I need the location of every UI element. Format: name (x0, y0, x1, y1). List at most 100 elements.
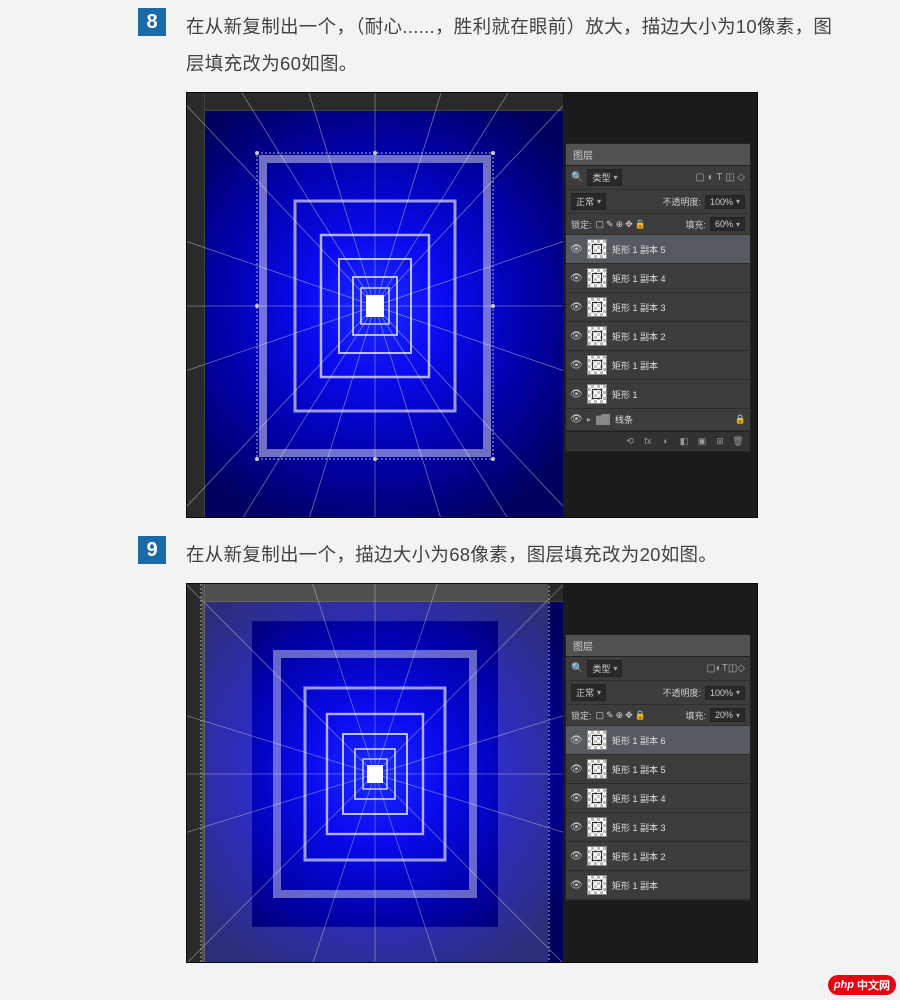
layer-thumbnail[interactable] (587, 384, 607, 404)
layer-thumbnail[interactable] (587, 268, 607, 288)
opacity-label: 不透明度: (662, 686, 701, 699)
layers-panel-8: 图层 🔍 类型▾ ▢ ◐ T ◫ ◇ 正常▾ 不透明度: 100%▾ (565, 143, 751, 452)
step-number-badge: 9 (138, 536, 166, 564)
lock-icon: 🔒 (735, 414, 746, 425)
visibility-eye-icon[interactable]: 👁 (570, 764, 582, 775)
blend-mode-select[interactable]: 正常▾ (571, 193, 606, 210)
layer-item[interactable]: 👁 矩形 1 副本 (566, 871, 750, 900)
visibility-eye-icon[interactable]: 👁 (570, 851, 582, 862)
layer-thumbnail[interactable] (587, 759, 607, 779)
visibility-eye-icon[interactable]: 👁 (570, 331, 582, 342)
layer-thumbnail[interactable] (587, 846, 607, 866)
visibility-eye-icon[interactable]: 👁 (570, 793, 582, 804)
filter-type-select[interactable]: 类型▾ (587, 169, 622, 186)
visibility-eye-icon[interactable]: 👁 (570, 389, 582, 400)
layer-item[interactable]: 👁矩形 1 副本 2 (566, 842, 750, 871)
chevron-down-icon: ▾ (613, 173, 617, 182)
layer-item[interactable]: 👁 矩形 1 副本 5 (566, 755, 750, 784)
layer-name-label: 矩形 1 副本 5 (612, 763, 666, 776)
layer-thumbnail[interactable] (587, 326, 607, 346)
layer-thumbnail[interactable] (587, 788, 607, 808)
opacity-input[interactable]: 100%▾ (705, 686, 745, 700)
visibility-eye-icon[interactable]: 👁 (570, 273, 582, 284)
layer-thumbnail[interactable] (587, 875, 607, 895)
watermark-badge: php中文网 (828, 975, 896, 995)
fill-input[interactable]: 20%▾ (710, 708, 745, 722)
layer-list-8: 👁 矩形 1 副本 5 👁 矩形 1 副本 4 👁矩形 1 副本 3👁矩形 1 副本 2… (566, 235, 750, 431)
fill-label: 填充: (685, 709, 706, 722)
visibility-eye-icon[interactable]: 👁 (570, 360, 582, 371)
visibility-eye-icon[interactable]: 👁 (570, 880, 582, 891)
lock-icons[interactable]: ▢✎⊕✥🔒 (596, 219, 648, 230)
layer-list-9: 👁矩形 1 副本 6👁矩形 1 副本 5👁矩形 1 副本 4👁矩形 1 副本 3… (566, 726, 750, 900)
search-icon: 🔍 (571, 172, 583, 183)
step-9-screenshot: 图层 🔍 类型▾ ▢◐T◫◇ 正常▾ 不透明度: 100%▾ 锁定: ▢✎⊕✥🔒 (186, 583, 758, 963)
group-icon[interactable]: ▣ (696, 436, 708, 447)
layers-panel-9: 图层 🔍 类型▾ ▢◐T◫◇ 正常▾ 不透明度: 100%▾ 锁定: ▢✎⊕✥🔒 (565, 634, 751, 901)
link-icon[interactable]: ⟲ (624, 436, 636, 447)
visibility-eye-icon[interactable]: 👁 (570, 735, 582, 746)
step-9-text: 在从新复制出一个，描边大小为68像素，图层填充改为20如图。 (186, 536, 840, 573)
mask-icon[interactable]: ◐ (660, 436, 672, 447)
layer-item[interactable]: 👁 矩形 1 副本 4 (566, 784, 750, 813)
artwork-svg (187, 584, 563, 963)
lock-label: 锁定: (571, 218, 592, 231)
filter-row: 🔍 类型▾ ▢◐T◫◇ (566, 657, 750, 681)
step-number-badge: 8 (138, 8, 166, 36)
layer-item[interactable]: 👁 矩形 1 副本 (566, 351, 750, 380)
filter-type-select[interactable]: 类型▾ (587, 660, 622, 677)
layer-item[interactable]: 👁 矩形 1 副本 3 (566, 813, 750, 842)
layer-item[interactable]: 👁矩形 1 副本 6 (566, 726, 750, 755)
filter-icons[interactable]: ▢ ◐ T ◫ ◇ (695, 172, 745, 183)
fill-label: 填充: (685, 218, 706, 231)
disclosure-triangle-icon[interactable]: ▸ (587, 415, 591, 424)
fill-input[interactable]: 60%▾ (710, 217, 745, 231)
layer-name-label: 矩形 1 副本 4 (612, 792, 666, 805)
layer-item[interactable]: 👁 矩形 1 (566, 380, 750, 409)
layer-thumbnail[interactable] (587, 817, 607, 837)
visibility-eye-icon[interactable]: 👁 (570, 244, 582, 255)
layer-item[interactable]: 👁矩形 1 副本 3 (566, 293, 750, 322)
blend-mode-select[interactable]: 正常▾ (571, 684, 606, 701)
panel-tab[interactable]: 图层 (566, 635, 750, 657)
panel-footer: ⟲ fx ◐ ◧ ▣ ⊞ 🗑 (566, 431, 750, 451)
lock-row: 锁定: ▢✎⊕✥🔒 填充: 60%▾ (566, 214, 750, 235)
fx-icon[interactable]: fx (642, 436, 654, 447)
ps-canvas[interactable] (187, 584, 563, 963)
layer-item[interactable]: 👁矩形 1 副本 2 (566, 322, 750, 351)
layer-name-label: 矩形 1 副本 (612, 879, 658, 892)
folder-icon (596, 414, 610, 425)
step-9: 9 在从新复制出一个，描边大小为68像素，图层填充改为20如图。 (0, 528, 900, 973)
layer-thumbnail[interactable] (587, 297, 607, 317)
layer-item[interactable]: 👁 矩形 1 副本 4 (566, 264, 750, 293)
layer-name-label: 矩形 1 副本 5 (612, 243, 666, 256)
lock-icons[interactable]: ▢✎⊕✥🔒 (596, 710, 648, 721)
visibility-eye-icon[interactable]: 👁 (570, 822, 582, 833)
filter-row: 🔍 类型▾ ▢ ◐ T ◫ ◇ (566, 166, 750, 190)
adj-icon[interactable]: ◧ (678, 436, 690, 447)
ps-canvas[interactable] (187, 93, 563, 518)
blend-row: 正常▾ 不透明度: 100%▾ (566, 190, 750, 214)
step-8-screenshot: 图层 🔍 类型▾ ▢ ◐ T ◫ ◇ 正常▾ 不透明度: 100%▾ (186, 92, 758, 518)
layer-thumbnail[interactable] (587, 239, 607, 259)
visibility-eye-icon[interactable]: 👁 (570, 302, 582, 313)
opacity-input[interactable]: 100%▾ (705, 195, 745, 209)
layer-item[interactable]: 👁▸线条🔒 (566, 409, 750, 431)
panel-tab[interactable]: 图层 (566, 144, 750, 166)
step-8: 8 在从新复制出一个，（耐心......，胜利就在眼前）放大，描边大小为10像素… (0, 0, 900, 528)
visibility-eye-icon[interactable]: 👁 (570, 414, 582, 425)
layer-name-label: 矩形 1 副本 3 (612, 821, 666, 834)
new-layer-icon[interactable]: ⊞ (714, 436, 726, 447)
layer-name-label: 矩形 1 副本 (612, 359, 658, 372)
layer-thumbnail[interactable] (587, 355, 607, 375)
filter-icons[interactable]: ▢◐T◫◇ (706, 663, 745, 674)
lock-label: 锁定: (571, 709, 592, 722)
lock-row: 锁定: ▢✎⊕✥🔒 填充: 20%▾ (566, 705, 750, 726)
layer-item[interactable]: 👁 矩形 1 副本 5 (566, 235, 750, 264)
layer-thumbnail[interactable] (587, 730, 607, 750)
artwork-svg (187, 93, 563, 518)
layer-name-label: 矩形 1 副本 4 (612, 272, 666, 285)
layer-name-label: 矩形 1 (612, 388, 638, 401)
step-8-text: 在从新复制出一个，（耐心......，胜利就在眼前）放大，描边大小为10像素，图… (186, 8, 840, 82)
trash-icon[interactable]: 🗑 (732, 436, 744, 447)
